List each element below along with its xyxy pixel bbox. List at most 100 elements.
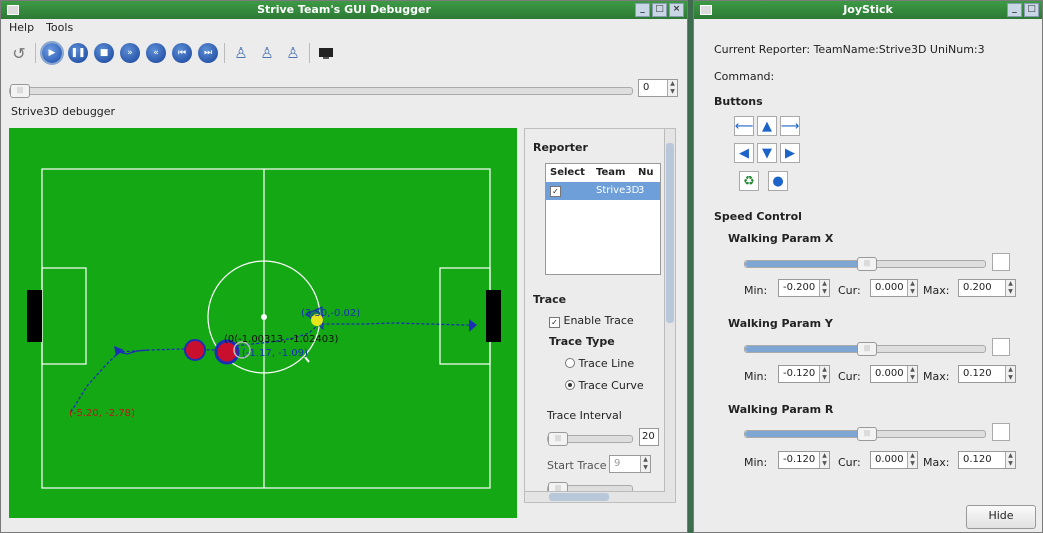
trace-interval-slider[interactable]: ||| <box>547 432 633 446</box>
walking-param-y-label: Walking Param Y <box>728 317 833 330</box>
spin-arrows[interactable]: ▲ ▼ <box>1005 280 1015 296</box>
player-marker <box>184 339 206 361</box>
walking-param-x-slider[interactable]: ||| <box>744 257 986 271</box>
person-icon[interactable]: ♙ <box>231 43 251 63</box>
close-button[interactable]: × <box>669 3 684 17</box>
skip-forward-button[interactable]: ⏭ <box>198 43 218 63</box>
param-y-min-field[interactable]: -0.120 ▲ ▼ <box>778 365 830 383</box>
slider-knob[interactable]: ||| <box>857 257 877 271</box>
maximize-button[interactable]: □ <box>652 3 667 17</box>
right-penalty-box <box>439 267 491 365</box>
enable-trace-checkbox[interactable]: ✓ <box>549 317 560 328</box>
param-x-min-field[interactable]: -0.200 ▲ ▼ <box>778 279 830 297</box>
row-select-checkbox[interactable]: ✓ <box>550 186 561 197</box>
param-r-apply-button[interactable] <box>992 423 1010 441</box>
spin-arrows[interactable]: ▲ ▼ <box>667 80 677 96</box>
spin-arrows[interactable]: ▲ ▼ <box>819 366 829 382</box>
joystick-titlebar[interactable]: JoyStick _ □ <box>694 1 1042 19</box>
trace-curve-radio[interactable] <box>565 380 575 390</box>
play-button[interactable]: ▶ <box>40 41 64 65</box>
max-label: Max: <box>923 456 950 469</box>
trace-line-radio[interactable] <box>565 358 575 368</box>
frame-slider[interactable]: ||| <box>9 84 633 98</box>
param-x-apply-button[interactable] <box>992 253 1010 271</box>
param-x-max-field[interactable]: 0.200 ▲ ▼ <box>958 279 1016 297</box>
row-team: Strive3D <box>596 185 640 196</box>
cur-label: Cur: <box>838 284 861 297</box>
stop-button[interactable]: ■ <box>94 43 114 63</box>
hide-button[interactable]: Hide <box>966 505 1036 529</box>
panel-vertical-scrollbar[interactable] <box>664 129 675 502</box>
walking-param-y-slider[interactable]: ||| <box>744 342 986 356</box>
reporter-table[interactable]: Select Team Nu ✓ Strive3D 3 <box>545 163 661 275</box>
pause-button[interactable]: ❚❚ <box>68 43 88 63</box>
step-right-button[interactable]: ▶ <box>780 143 800 163</box>
param-r-min-field[interactable]: -0.120 ▲ ▼ <box>778 451 830 469</box>
table-row[interactable]: ✓ Strive3D 3 <box>546 182 660 200</box>
trace-interval-field[interactable]: 20 <box>639 428 659 446</box>
walking-param-r-slider[interactable]: ||| <box>744 427 986 441</box>
spin-arrows[interactable]: ▲ ▼ <box>819 452 829 468</box>
spin-arrows[interactable]: ▲ ▼ <box>1005 366 1015 382</box>
enable-trace-row[interactable]: ✓ Enable Trace <box>549 314 634 328</box>
backward-button[interactable]: ▼ <box>757 143 777 163</box>
spin-arrows[interactable]: ▲ ▼ <box>819 280 829 296</box>
minimize-button[interactable]: _ <box>635 3 650 17</box>
refresh-icon[interactable]: ↺ <box>9 43 29 63</box>
fast-forward-button[interactable]: » <box>120 43 140 63</box>
maximize-button[interactable]: □ <box>1024 3 1039 17</box>
slider-knob[interactable]: ||| <box>857 342 877 356</box>
spin-arrows[interactable]: ▲ ▼ <box>907 280 917 296</box>
refresh-icon[interactable]: ♻ <box>739 171 759 191</box>
trace-curve-label: Trace Curve <box>578 379 644 392</box>
window-icon <box>700 5 712 15</box>
soccer-field-view[interactable]: (3.50,-0.02) (0(-1.00313, -1.02403) (-1.… <box>9 128 517 518</box>
slider-knob[interactable]: ||| <box>857 427 877 441</box>
turn-left-button[interactable]: ⟵ <box>734 116 754 136</box>
minimize-button[interactable]: _ <box>1007 3 1022 17</box>
trace-line-option[interactable]: Trace Line <box>565 357 634 370</box>
person-icon[interactable]: ♙ <box>283 43 303 63</box>
window-icon <box>7 5 19 15</box>
trace-interval-knob[interactable]: ||| <box>548 432 568 446</box>
param-x-cur-field[interactable]: 0.000 ▲ ▼ <box>870 279 918 297</box>
skip-back-button[interactable]: ⏮ <box>172 43 192 63</box>
menu-tools[interactable]: Tools <box>46 19 73 37</box>
turn-right-button[interactable]: ⟶ <box>780 116 800 136</box>
rewind-button[interactable]: « <box>146 43 166 63</box>
start-trace-spinbox[interactable]: 9 ▲ ▼ <box>609 455 651 473</box>
col-team[interactable]: Team <box>592 164 634 182</box>
param-r-cur-field[interactable]: 0.000 ▲ ▼ <box>870 451 918 469</box>
spin-arrows[interactable]: ▲ ▼ <box>907 452 917 468</box>
person-icon[interactable]: ♙ <box>257 43 277 63</box>
spin-arrows[interactable]: ▲ ▼ <box>640 456 650 472</box>
scrollbar-thumb[interactable] <box>549 493 609 501</box>
panel-horizontal-scrollbar[interactable] <box>525 491 665 502</box>
stop-icon[interactable]: ● <box>768 171 788 191</box>
max-label: Max: <box>923 370 950 383</box>
scrollbar-thumb[interactable] <box>666 143 674 323</box>
trace-curve-option[interactable]: Trace Curve <box>565 379 644 392</box>
col-num[interactable]: Nu <box>634 164 656 182</box>
param-y-cur-field[interactable]: 0.000 ▲ ▼ <box>870 365 918 383</box>
frame-spinbox[interactable]: 0 ▲ ▼ <box>638 79 678 97</box>
spin-arrows[interactable]: ▲ ▼ <box>907 366 917 382</box>
trace-type-heading: Trace Type <box>549 335 615 348</box>
toolbar-separator <box>309 43 310 63</box>
monitor-icon[interactable] <box>316 43 336 63</box>
param-y-apply-button[interactable] <box>992 338 1010 356</box>
frame-slider-knob[interactable]: ||| <box>10 84 30 98</box>
toolbar-separator <box>35 43 36 63</box>
param-y-max-field[interactable]: 0.120 ▲ ▼ <box>958 365 1016 383</box>
param-x-min: -0.200 <box>783 282 816 293</box>
step-left-button[interactable]: ◀ <box>734 143 754 163</box>
toolbar-separator <box>224 43 225 63</box>
menu-help[interactable]: Help <box>9 19 34 37</box>
col-select[interactable]: Select <box>546 164 592 182</box>
param-r-cur: 0.000 <box>875 454 904 465</box>
field-boundary <box>41 168 491 489</box>
spin-arrows[interactable]: ▲ ▼ <box>1005 452 1015 468</box>
param-r-max-field[interactable]: 0.120 ▲ ▼ <box>958 451 1016 469</box>
debugger-titlebar[interactable]: Strive Team's GUI Debugger _ □ × <box>1 1 687 19</box>
forward-button[interactable]: ▲ <box>757 116 777 136</box>
